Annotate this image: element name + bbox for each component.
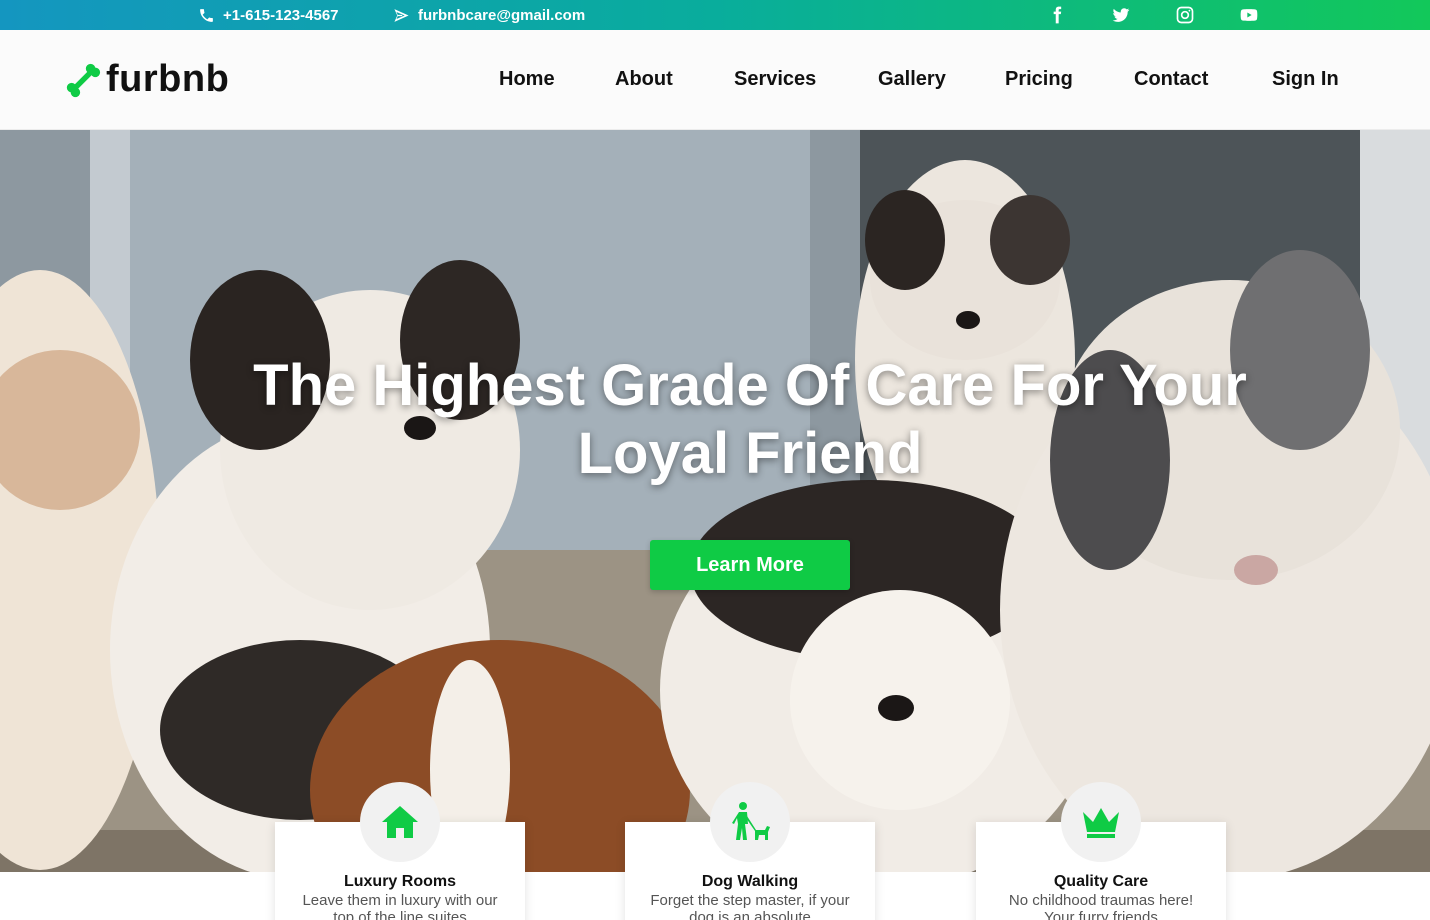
- nav-sign-in[interactable]: Sign In: [1272, 68, 1339, 91]
- facebook-link[interactable]: [1044, 0, 1070, 30]
- twitter-link[interactable]: [1108, 0, 1134, 30]
- feature-title: Dog Walking: [701, 873, 799, 890]
- nav-contact[interactable]: Contact: [1134, 68, 1208, 91]
- hero-title: The Highest Grade Of Care For Your Loyal…: [253, 353, 1247, 486]
- puppies-hero-image: [0, 130, 1430, 872]
- nav-about[interactable]: About: [615, 68, 673, 91]
- brand-name: furbnb: [106, 58, 230, 100]
- feature-icon-circle: [1061, 782, 1141, 862]
- email-contact[interactable]: furbnbcare@gmail.com: [393, 0, 585, 30]
- learn-more-button[interactable]: Learn More: [650, 540, 850, 590]
- phone-icon: [200, 8, 213, 22]
- nav-services[interactable]: Services: [734, 68, 816, 91]
- feature-description: Forget the step master, if your dog is a…: [650, 892, 850, 920]
- phone-number: +1-615-123-4567: [223, 6, 339, 24]
- nav-pricing[interactable]: Pricing: [1005, 68, 1073, 91]
- hero-section: The Highest Grade Of Care For Your Loyal…: [0, 130, 1430, 872]
- crown-icon: [1083, 808, 1119, 838]
- feature-description: No childhood traumas here! Your furry fr…: [1008, 892, 1194, 920]
- phone-contact[interactable]: +1-615-123-4567: [198, 0, 339, 30]
- feature-description: Leave them in luxury with our top of the…: [302, 892, 498, 920]
- dog-walking-icon: [732, 802, 770, 840]
- top-contact-bar: +1-615-123-4567 furbnbcare@gmail.com: [0, 0, 1430, 30]
- send-icon: [394, 8, 409, 22]
- nav-home[interactable]: Home: [499, 68, 555, 91]
- bone-icon: [66, 63, 101, 97]
- youtube-icon: [1240, 9, 1258, 21]
- feature-card-quality-care[interactable]: Quality Care No childhood traumas here! …: [976, 782, 1226, 920]
- twitter-icon: [1112, 8, 1130, 22]
- brand-logo[interactable]: furbnb: [64, 58, 229, 101]
- feature-icon-circle: [360, 782, 440, 862]
- nav-gallery[interactable]: Gallery: [878, 68, 946, 91]
- instagram-icon: [1176, 6, 1194, 24]
- main-navigation: furbnb Home About Services Gallery Prici…: [0, 30, 1430, 130]
- feature-card-luxury-rooms[interactable]: Luxury Rooms Leave them in luxury with o…: [275, 782, 525, 920]
- feature-title: Quality Care: [1053, 873, 1149, 890]
- email-address: furbnbcare@gmail.com: [418, 6, 586, 24]
- feature-title: Luxury Rooms: [343, 873, 456, 890]
- instagram-link[interactable]: [1172, 0, 1198, 30]
- facebook-icon: [1053, 6, 1062, 24]
- feature-icon-circle: [710, 782, 790, 862]
- house-icon: [382, 806, 418, 838]
- youtube-link[interactable]: [1236, 0, 1262, 30]
- feature-card-dog-walking[interactable]: Dog Walking Forget the step master, if y…: [625, 782, 875, 920]
